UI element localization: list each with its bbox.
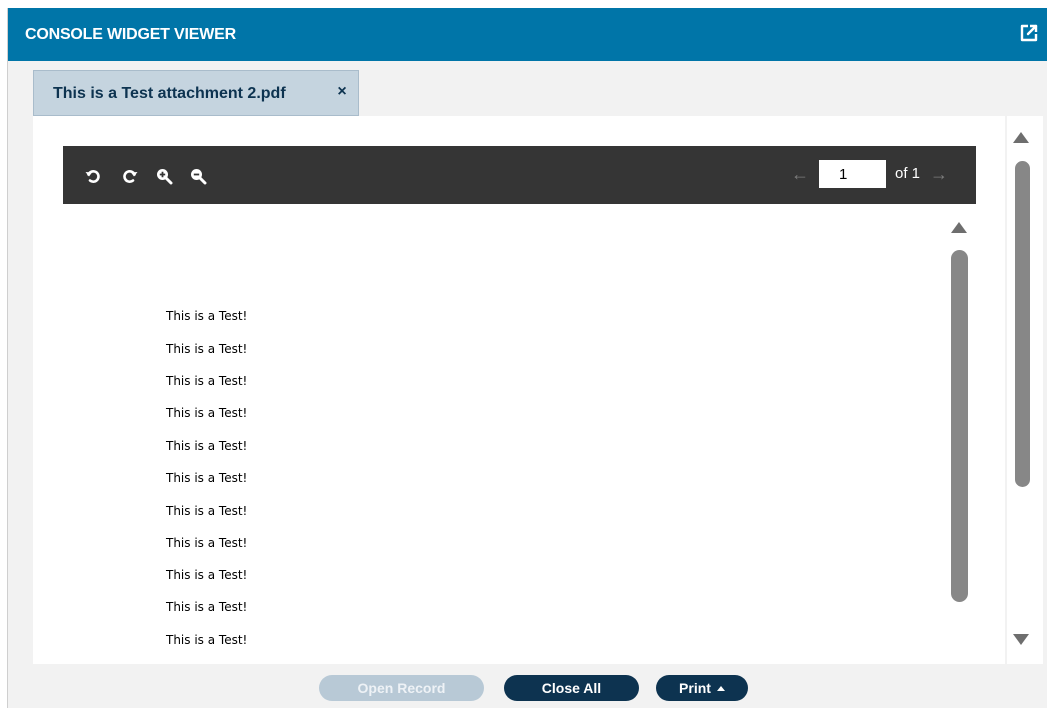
document-line: This is a Test!	[166, 342, 248, 356]
tab-label: This is a Test attachment 2.pdf	[53, 85, 286, 102]
pdf-scrollbar-thumb[interactable]	[951, 250, 968, 602]
document-line: This is a Test!	[166, 471, 248, 485]
footer-bar: Open Record Close All Print	[8, 664, 1047, 708]
title-bar: CONSOLE WIDGET VIEWER	[8, 8, 1047, 61]
document-line: This is a Test!	[166, 633, 248, 647]
outer-scrollbar-thumb[interactable]	[1015, 161, 1030, 487]
document-line: This is a Test!	[166, 504, 248, 518]
document-line: This is a Test!	[166, 374, 248, 388]
next-page-icon[interactable]: →	[930, 162, 948, 186]
page-top-strip	[0, 0, 1047, 8]
print-label: Print	[679, 680, 711, 696]
print-button[interactable]: Print	[656, 675, 748, 701]
document-line: This is a Test!	[166, 439, 248, 453]
document-line: This is a Test!	[166, 406, 248, 420]
zoom-in-icon[interactable]	[155, 167, 173, 185]
pdf-toolbar: ← of 1 →	[63, 146, 976, 204]
pdf-scrollbar[interactable]	[944, 213, 976, 663]
scroll-up-icon[interactable]	[1013, 132, 1029, 143]
tab-attachment[interactable]: This is a Test attachment 2.pdf ×	[33, 70, 359, 116]
caret-up-icon	[716, 686, 725, 691]
document-line: This is a Test!	[166, 536, 248, 550]
document-line: This is a Test!	[166, 309, 248, 323]
document-line: This is a Test!	[166, 568, 248, 582]
zoom-out-icon[interactable]	[189, 167, 207, 185]
external-link-icon[interactable]	[1019, 23, 1039, 43]
rotate-left-icon[interactable]	[84, 167, 102, 185]
scroll-down-icon[interactable]	[1013, 634, 1029, 645]
page-count-label: of 1	[895, 165, 921, 182]
document-line: This is a Test!	[166, 600, 248, 614]
tab-close-icon[interactable]: ×	[334, 83, 350, 103]
pdf-document-page: This is a Test! This is a Test! This is …	[63, 213, 943, 663]
pdf-scroll-up-icon[interactable]	[951, 222, 967, 233]
outer-scrollbar[interactable]	[1007, 116, 1043, 664]
window-title: CONSOLE WIDGET VIEWER	[25, 26, 236, 43]
page-number-input[interactable]	[819, 160, 886, 188]
rotate-right-icon[interactable]	[121, 167, 139, 185]
open-record-button[interactable]: Open Record	[319, 675, 484, 701]
prev-page-icon[interactable]: ←	[791, 162, 809, 186]
app-root: CONSOLE WIDGET VIEWER This is a Test att…	[0, 0, 1047, 708]
console-widget-viewer-window: CONSOLE WIDGET VIEWER This is a Test att…	[7, 8, 1047, 708]
close-all-button[interactable]: Close All	[504, 675, 639, 701]
